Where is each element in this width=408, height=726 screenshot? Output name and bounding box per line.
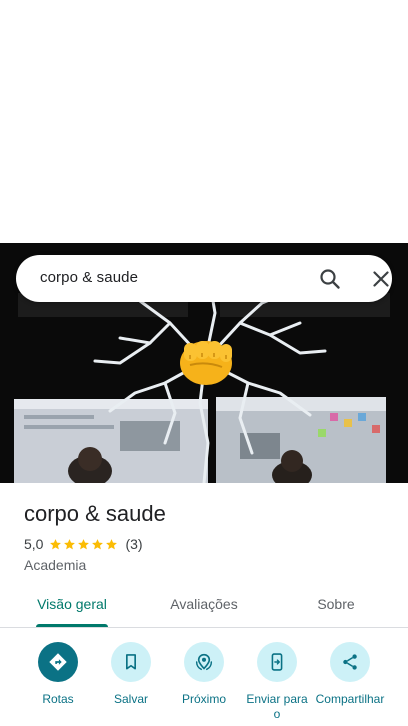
save-label: Salvar [113,692,148,706]
star-icon [64,538,76,549]
share-button[interactable]: Compartilhar [310,642,390,707]
nearby-button-circle[interactable] [184,642,224,682]
action-row: Rotas Salvar Próximo Enviar para o Compa… [0,642,408,726]
directions-button-circle[interactable] [38,642,78,682]
share-label: Compartilhar [315,692,385,706]
directions-icon [49,653,67,671]
tab-overview[interactable]: Visão geral [26,587,118,627]
send-to-phone-icon [271,653,283,671]
active-tab-indicator [36,624,108,627]
place-details-sheet: corpo & saude 5,0 (3) Academia Visão ger… [0,483,408,726]
place-title: corpo & saude [24,501,166,526]
send-to-phone-button[interactable]: Enviar para o [237,642,317,722]
send-to-phone-button-circle[interactable] [257,642,297,682]
search-icon[interactable] [318,267,342,291]
rating-stars [49,538,119,551]
place-category: Academia [24,557,87,573]
place-page: corpo & saude corpo & saude 5,0 (3) Acad… [0,0,408,726]
review-count: (3) [125,536,143,552]
search-input[interactable]: corpo & saude [40,269,138,286]
tab-bar: Visão geral Avaliações Sobre [0,587,408,628]
directions-button[interactable]: Rotas [18,642,98,707]
directions-label: Rotas [42,692,74,706]
map-area[interactable] [0,0,408,243]
star-icon [78,538,90,549]
rating-value: 5,0 [24,536,44,552]
send-to-phone-label: Enviar para o [246,692,308,721]
rating-row[interactable]: 5,0 (3) [24,536,143,552]
star-icon [106,538,118,549]
share-icon [343,654,357,670]
star-icon [50,538,62,549]
nearby-button[interactable]: Próximo [164,642,244,707]
close-icon[interactable] [369,267,393,291]
save-button[interactable]: Salvar [91,642,171,707]
share-button-circle[interactable] [330,642,370,682]
nearby-icon [195,653,213,671]
tab-reviews[interactable]: Avaliações [158,587,250,627]
star-icon [92,538,104,549]
search-bar[interactable]: corpo & saude [16,255,392,302]
tab-about[interactable]: Sobre [290,587,382,627]
save-button-circle[interactable] [111,642,151,682]
nearby-label: Próximo [181,692,226,706]
bookmark-icon [126,654,136,670]
